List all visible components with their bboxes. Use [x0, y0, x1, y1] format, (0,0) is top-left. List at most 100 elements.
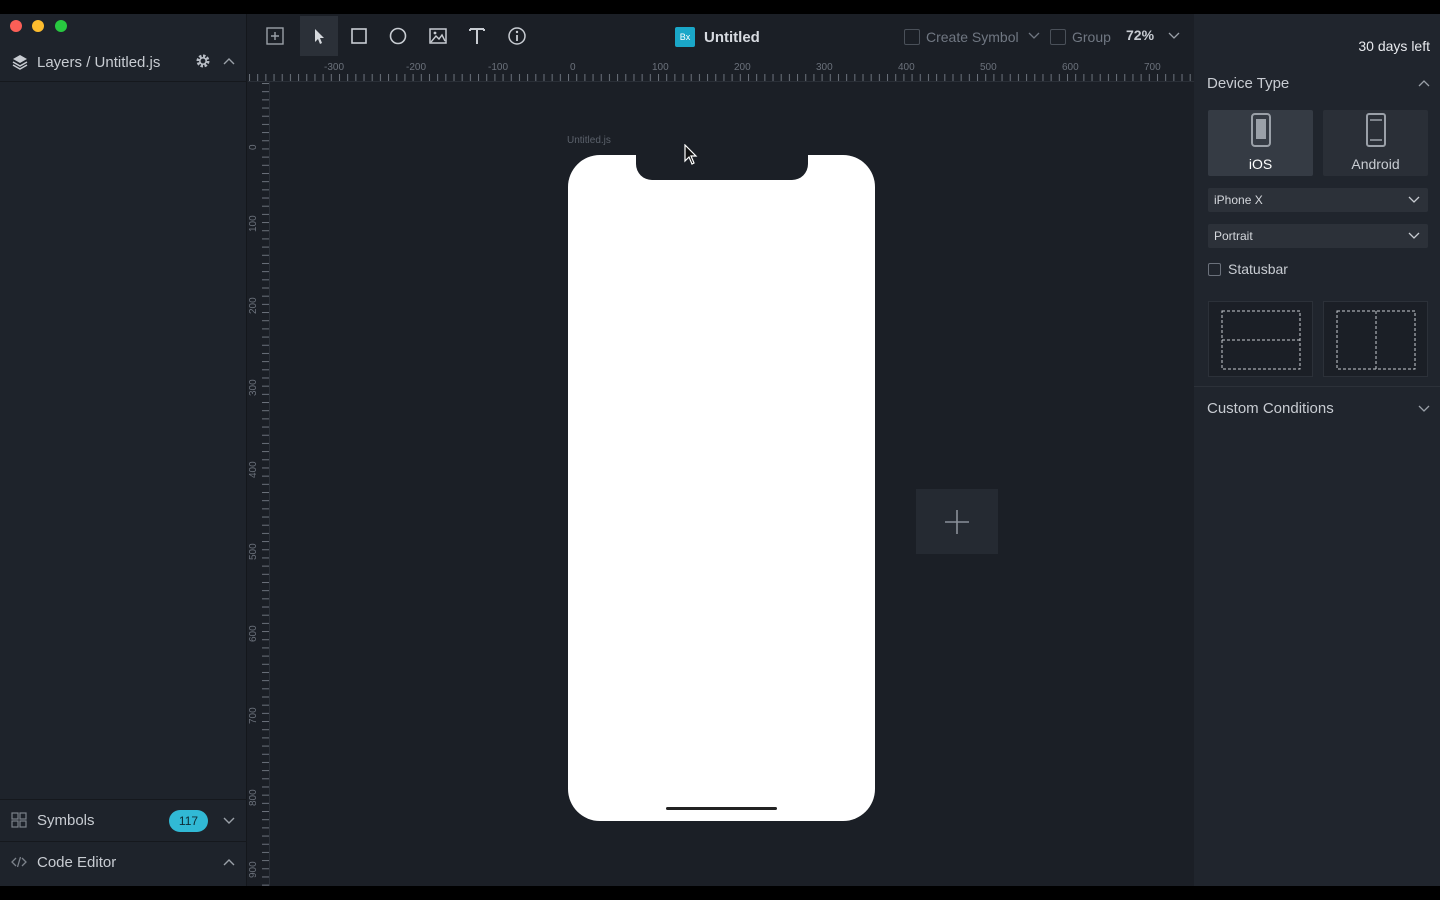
- home-indicator: [666, 807, 777, 810]
- window-maximize-button[interactable]: [55, 20, 67, 32]
- window-minimize-button[interactable]: [32, 20, 44, 32]
- ruler-label: 700: [248, 707, 259, 724]
- ruler-label: 0: [570, 62, 576, 73]
- vertical-ruler: 0 100 200 300 400 500 600 700 800 900: [248, 82, 270, 886]
- select-tool[interactable]: [300, 16, 338, 56]
- device-android-button[interactable]: Android: [1323, 110, 1428, 176]
- section-divider: [1194, 386, 1440, 387]
- device-frame[interactable]: [568, 154, 875, 821]
- chevron-up-icon[interactable]: [222, 857, 236, 867]
- ruler-label: 600: [248, 625, 259, 642]
- ruler-label: -100: [488, 62, 509, 73]
- chevron-up-icon[interactable]: [222, 56, 236, 66]
- horizontal-split-icon: [1221, 310, 1301, 370]
- oval-icon: [389, 27, 407, 45]
- statusbar-label: Statusbar: [1228, 261, 1288, 277]
- layers-sidebar: Layers / Untitled.js Symbols 117 Code Ed…: [0, 14, 247, 886]
- chevron-down-icon[interactable]: [1028, 30, 1040, 40]
- ruler-label: 100: [248, 215, 259, 232]
- device-model-select[interactable]: iPhone X: [1208, 188, 1428, 212]
- device-ios-label: iOS: [1248, 156, 1273, 172]
- layout-columns-option[interactable]: [1323, 301, 1428, 377]
- device-notch: [636, 154, 808, 180]
- device-ios-button[interactable]: iOS: [1208, 110, 1313, 176]
- screen-bottom-edge: [0, 886, 1440, 900]
- ruler-label: 300: [816, 62, 833, 73]
- code-editor-section[interactable]: Code Editor: [0, 841, 247, 886]
- inspector-panel: 30 days left Device Type iOS Android iPh…: [1194, 14, 1440, 886]
- orientation-value: Portrait: [1214, 229, 1253, 243]
- zoom-level[interactable]: 72%: [1126, 27, 1154, 43]
- canvas[interactable]: Untitled.js: [271, 83, 1194, 886]
- image-icon: [429, 28, 447, 44]
- orientation-select[interactable]: Portrait: [1208, 224, 1428, 248]
- ruler-label: -300: [324, 62, 345, 73]
- chevron-down-icon[interactable]: [1168, 30, 1180, 40]
- layers-icon: [12, 55, 28, 70]
- create-symbol-button[interactable]: Create Symbol: [904, 27, 1019, 47]
- ruler-label: 600: [1062, 62, 1079, 73]
- arrow-cursor-icon: [315, 29, 324, 44]
- statusbar-option[interactable]: Statusbar: [1208, 261, 1288, 277]
- device-type-title: Device Type: [1207, 75, 1290, 92]
- vertical-split-icon: [1336, 310, 1416, 370]
- symbols-count-badge: 117: [169, 810, 208, 832]
- chevron-down-icon: [1408, 232, 1420, 239]
- info-icon: [508, 27, 526, 45]
- gear-icon[interactable]: [194, 52, 212, 70]
- chevron-down-icon[interactable]: [1418, 403, 1430, 413]
- window-close-button[interactable]: [10, 20, 22, 32]
- layers-title: Layers / Untitled.js: [37, 54, 161, 71]
- oval-tool[interactable]: [379, 16, 417, 56]
- ruler-ticks: [248, 82, 269, 886]
- create-symbol-label: Create Symbol: [926, 29, 1019, 45]
- ruler-label: 100: [652, 62, 669, 73]
- app-window: Layers / Untitled.js Symbols 117 Code Ed…: [0, 14, 1440, 886]
- ruler-ticks: [248, 60, 1194, 81]
- document-title: Bx Untitled: [675, 26, 760, 48]
- ruler-label: 300: [248, 379, 259, 396]
- trial-days-left[interactable]: 30 days left: [1358, 38, 1430, 54]
- text-icon: [469, 28, 485, 44]
- statusbar-checkbox[interactable]: [1208, 262, 1221, 276]
- symbols-label: Symbols: [37, 812, 95, 829]
- grid-icon: [11, 812, 27, 828]
- layers-header: Layers / Untitled.js: [0, 48, 247, 82]
- document-name: Untitled: [704, 28, 760, 46]
- ruler-label: 500: [980, 62, 997, 73]
- ruler-label: 200: [248, 297, 259, 314]
- layout-rows-option[interactable]: [1208, 301, 1313, 377]
- ruler-label: 200: [734, 62, 751, 73]
- text-tool[interactable]: [458, 16, 496, 56]
- custom-conditions-title[interactable]: Custom Conditions: [1207, 400, 1334, 417]
- image-tool[interactable]: [419, 16, 457, 56]
- symbol-icon: [904, 29, 920, 45]
- chevron-down-icon: [1408, 196, 1420, 203]
- ruler-label: 800: [248, 789, 259, 806]
- chevron-up-icon[interactable]: [1418, 78, 1430, 88]
- rectangle-tool[interactable]: [340, 16, 378, 56]
- plus-icon: [945, 509, 969, 534]
- ruler-label: -200: [406, 62, 427, 73]
- symbols-section[interactable]: Symbols 117: [0, 799, 247, 841]
- frame-label: Untitled.js: [567, 135, 611, 146]
- phone-icon: [1366, 113, 1386, 147]
- code-icon: [11, 856, 27, 868]
- ruler-label: 500: [248, 543, 259, 560]
- ruler-label: 400: [898, 62, 915, 73]
- group-label: Group: [1072, 29, 1111, 45]
- toolbar: Bx Untitled Create Symbol Group 72%: [248, 14, 1194, 60]
- rectangle-icon: [351, 28, 367, 44]
- phone-icon: [1251, 113, 1271, 147]
- group-icon: [1050, 29, 1066, 45]
- group-button[interactable]: Group: [1050, 27, 1111, 47]
- ruler-label: 400: [248, 461, 259, 478]
- add-frame-button[interactable]: [916, 489, 998, 554]
- device-model-value: iPhone X: [1214, 193, 1263, 207]
- document-icon: Bx: [675, 27, 695, 47]
- info-tool[interactable]: [498, 16, 536, 56]
- code-editor-label: Code Editor: [37, 854, 117, 871]
- insert-frame-tool[interactable]: [256, 16, 294, 56]
- add-frame-icon: [266, 27, 284, 45]
- chevron-down-icon[interactable]: [222, 815, 236, 825]
